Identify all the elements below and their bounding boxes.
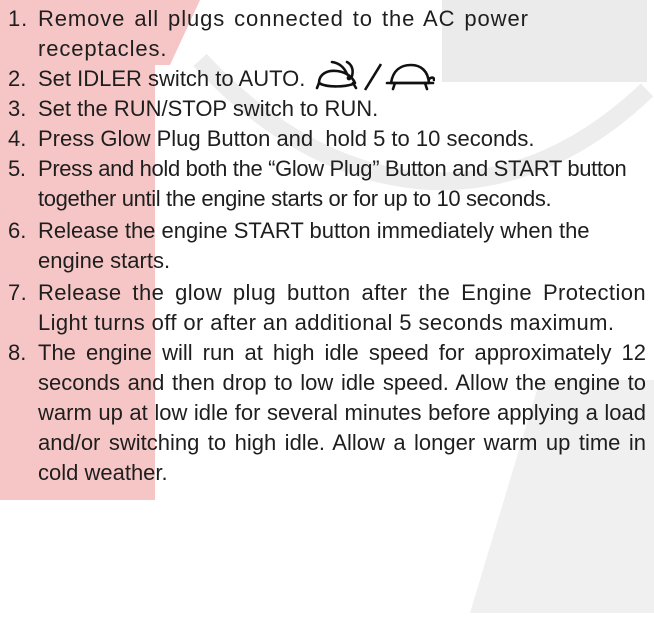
step-text: Press Glow Plug Button and hold 5 to 10 …: [38, 126, 535, 151]
step-text: Release the engine START button immediat…: [38, 218, 590, 273]
step-text: Remove all plugs connected to the AC pow…: [38, 6, 529, 61]
step-8: 8. The engine will run at high idle spee…: [8, 338, 646, 488]
step-text: Set IDLER switch to AUTO.: [38, 66, 306, 91]
idler-icons: [315, 59, 436, 93]
step-number: 3.: [8, 96, 27, 121]
step-5: 5. Press and hold both the “Glow Plug” B…: [8, 154, 646, 214]
step-number: 5.: [8, 156, 26, 181]
step-number: 8.: [8, 340, 27, 365]
step-4: 4. Press Glow Plug Button and hold 5 to …: [8, 124, 646, 154]
step-2: 2. Set IDLER switch to AUTO.: [8, 60, 646, 94]
step-1: 1. Remove all plugs connected to the AC …: [8, 4, 646, 64]
turtle-icon: [386, 63, 436, 91]
step-7: 7. Release the glow plug button after th…: [8, 278, 646, 338]
step-text: Release the glow plug button after the E…: [38, 280, 646, 335]
step-text: Set the RUN/STOP switch to RUN.: [38, 96, 379, 121]
step-number: 6.: [8, 218, 27, 243]
step-text: Press and hold both the “Glow Plug” Butt…: [38, 156, 627, 211]
rabbit-icon: [316, 60, 358, 90]
slash-icon: [364, 63, 383, 91]
step-3: 3. Set the RUN/STOP switch to RUN.: [8, 94, 646, 124]
step-text: The engine will run at high idle speed f…: [38, 340, 646, 485]
step-6: 6. Release the engine START button immed…: [8, 216, 646, 276]
step-number: 4.: [8, 126, 27, 151]
step-number: 7.: [8, 280, 28, 305]
startup-instructions: 1. Remove all plugs connected to the AC …: [8, 4, 646, 488]
step-number: 1.: [8, 6, 29, 31]
step-number: 2.: [8, 66, 27, 91]
